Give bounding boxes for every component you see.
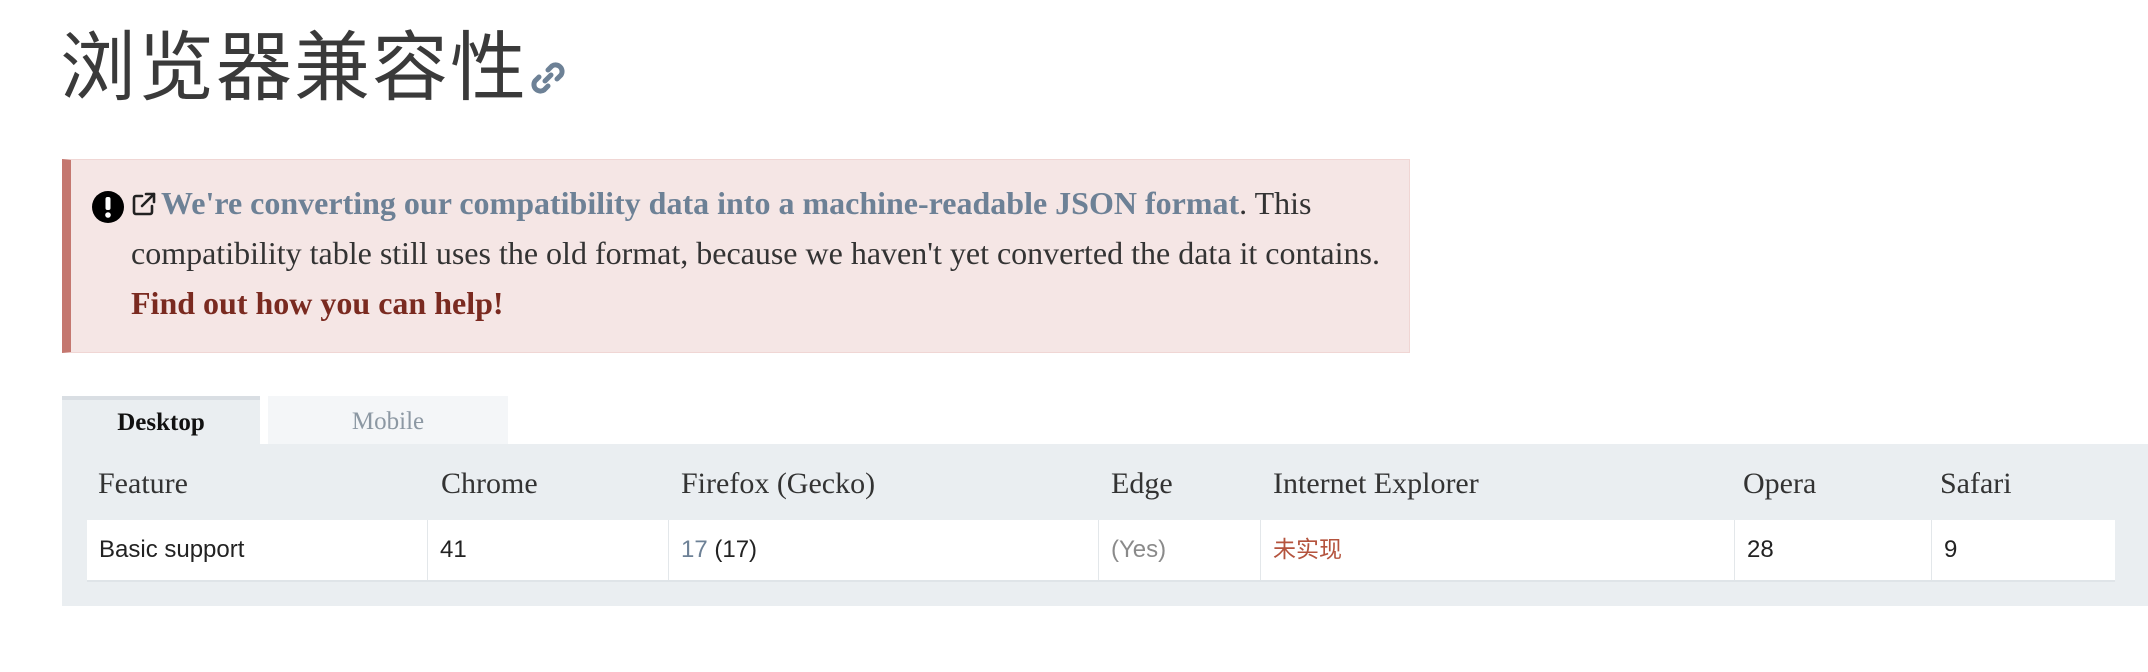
table-header: Feature Chrome Firefox (Gecko) Edge Inte…	[62, 444, 2148, 520]
cell-internet-explorer: 未实现	[1261, 520, 1735, 580]
cell-safari: 9	[1944, 536, 1958, 563]
link-icon[interactable]	[528, 58, 568, 98]
header-chrome: Chrome	[441, 467, 538, 500]
header-opera: Opera	[1743, 467, 1817, 500]
header-edge: Edge	[1111, 467, 1173, 500]
firefox-version-note: (17)	[707, 536, 758, 563]
external-link-icon	[131, 181, 157, 216]
notice-text: We're converting our compatibility data …	[131, 178, 1401, 328]
tab-mobile[interactable]: Mobile	[268, 396, 508, 444]
page-title: 浏览器兼容性	[60, 23, 528, 112]
help-link[interactable]: Find out how you can help!	[131, 285, 504, 321]
header-safari: Safari	[1940, 467, 2012, 500]
cell-chrome: 41	[428, 520, 669, 580]
compat-notice: We're converting our compatibility data …	[62, 159, 1410, 353]
exclamation-circle-icon	[91, 190, 125, 224]
firefox-version-link[interactable]: 17	[681, 536, 708, 563]
cell-opera: 28	[1735, 520, 1932, 580]
header-feature: Feature	[98, 467, 188, 500]
cell-feature: Basic support	[87, 520, 428, 580]
json-conversion-link[interactable]: We're converting our compatibility data …	[161, 185, 1239, 221]
cell-edge: (Yes)	[1099, 520, 1261, 580]
compat-table: Feature Chrome Firefox (Gecko) Edge Inte…	[62, 444, 2148, 606]
header-internet-explorer: Internet Explorer	[1273, 467, 1479, 500]
tab-desktop[interactable]: Desktop	[62, 396, 260, 444]
header-firefox: Firefox (Gecko)	[681, 467, 876, 500]
cell-firefox: 17 (17)	[669, 520, 1099, 580]
table-row: Basic support 41 17 (17) (Yes) 未实现 28 9	[87, 520, 2115, 582]
